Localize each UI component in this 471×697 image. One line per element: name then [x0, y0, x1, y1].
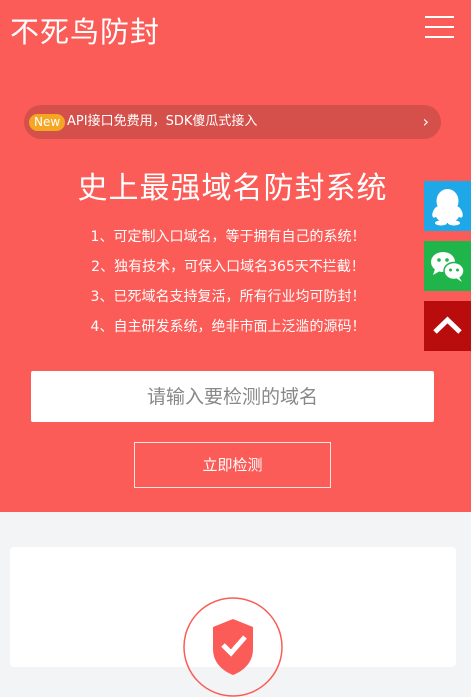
feature-item: 4、自主研发系统，绝非市面上泛滥的源码！ [90, 319, 366, 335]
feature-item: 3、已死域名支持复活，所有行业均可防封！ [90, 289, 366, 305]
announcement-text: API接口免费用，SDK傻瓜式接入 [67, 114, 258, 129]
domain-search-input[interactable] [31, 371, 434, 422]
new-badge: New [29, 114, 66, 131]
shield-check-icon [183, 597, 283, 697]
qq-contact-button[interactable] [424, 181, 471, 231]
menu-icon-bar [425, 36, 454, 38]
hero-section: 不死鸟防封 New API接口免费用，SDK傻瓜式接入 › 史上最强域名防封系统… [0, 0, 471, 512]
menu-icon-bar [425, 26, 454, 28]
chevron-up-icon [433, 316, 462, 334]
wechat-icon [431, 252, 465, 282]
site-logo[interactable]: 不死鸟防封 [10, 12, 160, 52]
menu-icon-bar [425, 16, 454, 18]
feature-item: 1、可定制入口域名，等于拥有自己的系统！ [90, 229, 366, 245]
back-to-top-button[interactable] [424, 301, 471, 351]
qq-penguin-icon [432, 189, 463, 226]
chevron-right-icon: › [422, 112, 429, 131]
page-title: 史上最强域名防封系统 [77, 171, 388, 206]
feature-list: 1、可定制入口域名，等于拥有自己的系统！ 2、独有技术，可保入口域名365天不拦… [0, 225, 456, 345]
menu-button[interactable] [425, 14, 455, 40]
feature-item: 2、独有技术，可保入口域名365天不拦截！ [91, 259, 365, 275]
check-now-button[interactable]: 立即检测 [134, 442, 331, 488]
wechat-contact-button[interactable] [424, 241, 471, 291]
result-card [10, 547, 456, 697]
announcement-bar[interactable]: New API接口免费用，SDK傻瓜式接入 › [24, 105, 441, 139]
